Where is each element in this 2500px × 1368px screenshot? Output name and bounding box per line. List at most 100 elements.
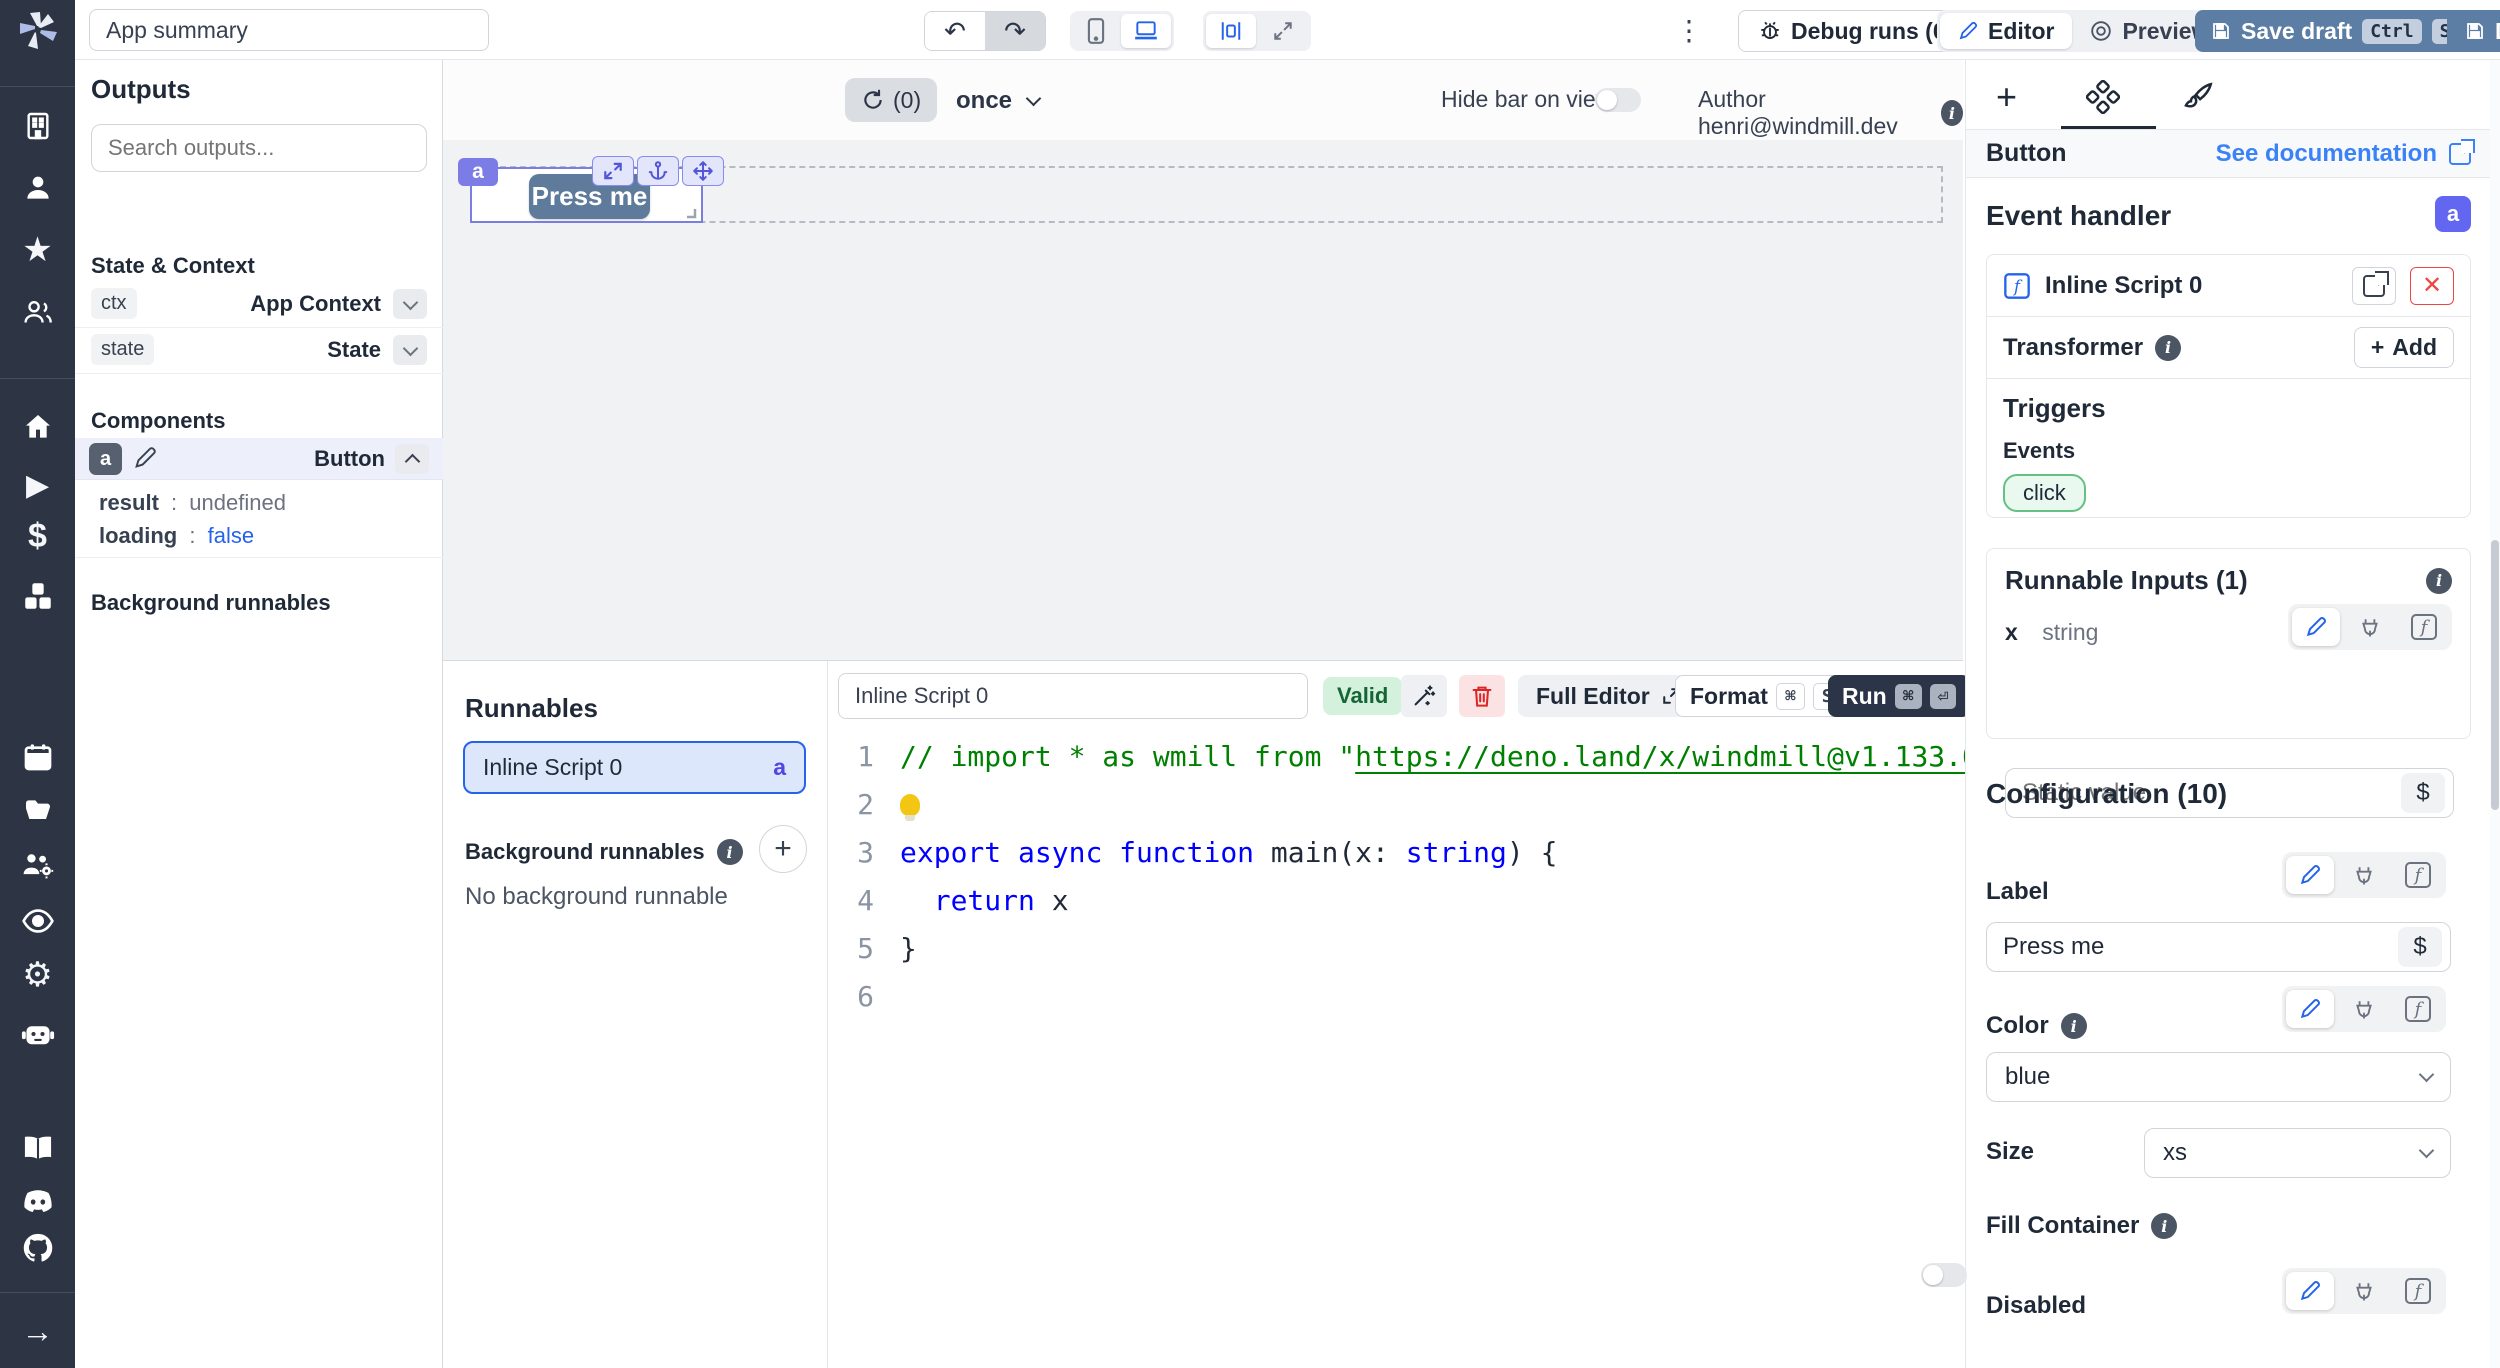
move-handle-button[interactable] [682, 156, 724, 186]
delete-script-button[interactable] [1459, 675, 1505, 717]
desktop-view-button[interactable] [1121, 14, 1171, 48]
insert-component-tab[interactable]: + [1996, 76, 2017, 118]
refresh-runs-button[interactable]: (0) [845, 78, 937, 122]
sidebar-item-docs[interactable] [0, 1128, 75, 1168]
info-icon[interactable]: i [2155, 335, 2181, 361]
eval-mode-button[interactable]: f [2394, 856, 2442, 894]
ctx-expand-button[interactable] [393, 289, 427, 319]
settings-scrollbar[interactable] [2490, 60, 2500, 1368]
sidebar-item-workers[interactable] [0, 845, 75, 885]
refresh-count: (0) [893, 87, 921, 114]
mobile-view-button[interactable] [1073, 14, 1119, 48]
windmill-logo[interactable] [0, 8, 75, 52]
connect-mode-button[interactable] [2340, 1272, 2388, 1310]
state-expand-button[interactable] [393, 335, 427, 365]
component-settings-tab[interactable] [2086, 80, 2120, 119]
inline-script-row[interactable]: f Inline Script 0 ✕ [1987, 255, 2470, 317]
deploy-button[interactable]: Deploy [2447, 10, 2500, 52]
eval-mode-button[interactable]: f [2400, 608, 2448, 646]
see-documentation-link[interactable]: See documentation [2216, 140, 2471, 168]
sidebar-collapse-button[interactable]: → [0, 1311, 75, 1351]
info-icon[interactable]: i [717, 839, 743, 865]
add-background-runnable-button[interactable]: + [759, 825, 807, 873]
undo-button[interactable]: ↶ [925, 11, 985, 51]
redo-button[interactable]: ↷ [985, 11, 1045, 51]
static-mode-button[interactable] [2292, 608, 2340, 646]
lightbulb-icon[interactable] [900, 794, 920, 816]
connect-mode-button[interactable] [2340, 856, 2388, 894]
rename-pencil-icon[interactable] [133, 446, 157, 470]
sidebar-item-schedules[interactable] [0, 737, 75, 777]
sidebar-item-workspace[interactable] [0, 106, 75, 146]
sidebar-item-audit[interactable] [0, 901, 75, 941]
fill-container-toggle[interactable] [1921, 1263, 1967, 1287]
full-width-button[interactable] [1258, 14, 1308, 48]
code-line[interactable]: 2 [828, 781, 1963, 829]
code-line[interactable]: 4 return x [828, 877, 1963, 925]
sidebar-item-resources[interactable] [0, 576, 75, 616]
sidebar-item-runs[interactable]: ▶ [0, 465, 75, 505]
book-icon [21, 1133, 55, 1163]
output-row-ctx[interactable]: ctx App Context [75, 282, 443, 328]
sidebar-item-github[interactable] [0, 1228, 75, 1268]
component-collapse-button[interactable] [395, 444, 429, 474]
editor-tab[interactable]: Editor [1940, 13, 2072, 49]
info-icon[interactable]: i [2061, 1013, 2087, 1039]
app-summary-input[interactable] [89, 9, 489, 51]
run-button[interactable]: Run ⌘ ⏎ [1828, 675, 1970, 717]
sidebar-item-home[interactable] [0, 407, 75, 447]
eval-mode-button[interactable]: f [2394, 990, 2442, 1028]
sidebar-item-settings[interactable]: ⚙ [0, 955, 75, 995]
color-select[interactable]: blue [1986, 1052, 2451, 1102]
code-line[interactable]: 3export async function main(x: string) { [828, 829, 1963, 877]
plug-icon [2353, 1280, 2375, 1302]
ai-assist-button[interactable] [1401, 675, 1447, 717]
code-editor[interactable]: 1// import * as wmill from "https://deno… [828, 733, 1963, 1021]
connect-mode-button[interactable] [2346, 608, 2394, 646]
info-icon[interactable]: i [1941, 100, 1963, 126]
styling-tab[interactable] [2181, 80, 2215, 119]
add-transformer-button[interactable]: + Add [2354, 327, 2454, 368]
hide-bar-toggle[interactable] [1595, 88, 1641, 112]
center-content-button[interactable] [1206, 14, 1256, 48]
sidebar-item-variables[interactable]: $ [0, 516, 75, 556]
eval-mode-button[interactable]: f [2394, 1272, 2442, 1310]
full-editor-button[interactable]: Full Editor [1518, 675, 1698, 717]
more-menu-button[interactable]: ⋮ [1675, 14, 1703, 47]
sidebar-item-ai[interactable] [0, 1014, 75, 1054]
scrollbar-thumb[interactable] [2491, 540, 2499, 810]
open-script-button[interactable] [2352, 267, 2396, 305]
output-row-state[interactable]: state State [75, 328, 443, 374]
static-mode-button[interactable] [2286, 990, 2334, 1028]
connect-mode-button[interactable] [2340, 990, 2388, 1028]
script-name-input[interactable] [838, 673, 1308, 719]
sidebar-item-groups[interactable] [0, 292, 75, 332]
label-value-field[interactable]: $ [1986, 922, 2451, 972]
sidebar-item-folders[interactable] [0, 791, 75, 831]
app-canvas[interactable]: Press me a [443, 140, 1963, 660]
sidebar-item-discord[interactable] [0, 1182, 75, 1222]
code-line[interactable]: 1// import * as wmill from "https://deno… [828, 733, 1963, 781]
runnables-column: Runnables Inline Script 0 a Background r… [443, 661, 828, 1368]
schedule-mode-dropdown[interactable]: once [956, 87, 1039, 115]
code-line[interactable]: 5} [828, 925, 1963, 973]
component-row-button[interactable]: a Button [75, 438, 443, 480]
sidebar-item-favorites[interactable]: ★ [0, 230, 75, 270]
info-icon[interactable]: i [2426, 568, 2452, 594]
sidebar-item-user[interactable] [0, 168, 75, 208]
insert-variable-button[interactable]: $ [2398, 927, 2442, 967]
search-outputs-input[interactable] [91, 124, 427, 172]
static-mode-button[interactable] [2286, 856, 2334, 894]
resize-corner-handle[interactable] [683, 205, 697, 219]
save-draft-button[interactable]: Save draft Ctrl S [2195, 10, 2474, 52]
label-value-input[interactable] [2003, 933, 2398, 961]
info-icon[interactable]: i [2151, 1213, 2177, 1239]
code-line[interactable]: 6 [828, 973, 1963, 1021]
expand-handle-button[interactable] [592, 156, 634, 186]
component-id-tab[interactable]: a [458, 158, 498, 186]
size-select[interactable]: xs [2144, 1128, 2451, 1178]
runnable-item-inline-script-0[interactable]: Inline Script 0 a [463, 741, 806, 794]
remove-script-button[interactable]: ✕ [2410, 267, 2454, 305]
anchor-handle-button[interactable] [637, 156, 679, 186]
static-mode-button[interactable] [2286, 1272, 2334, 1310]
